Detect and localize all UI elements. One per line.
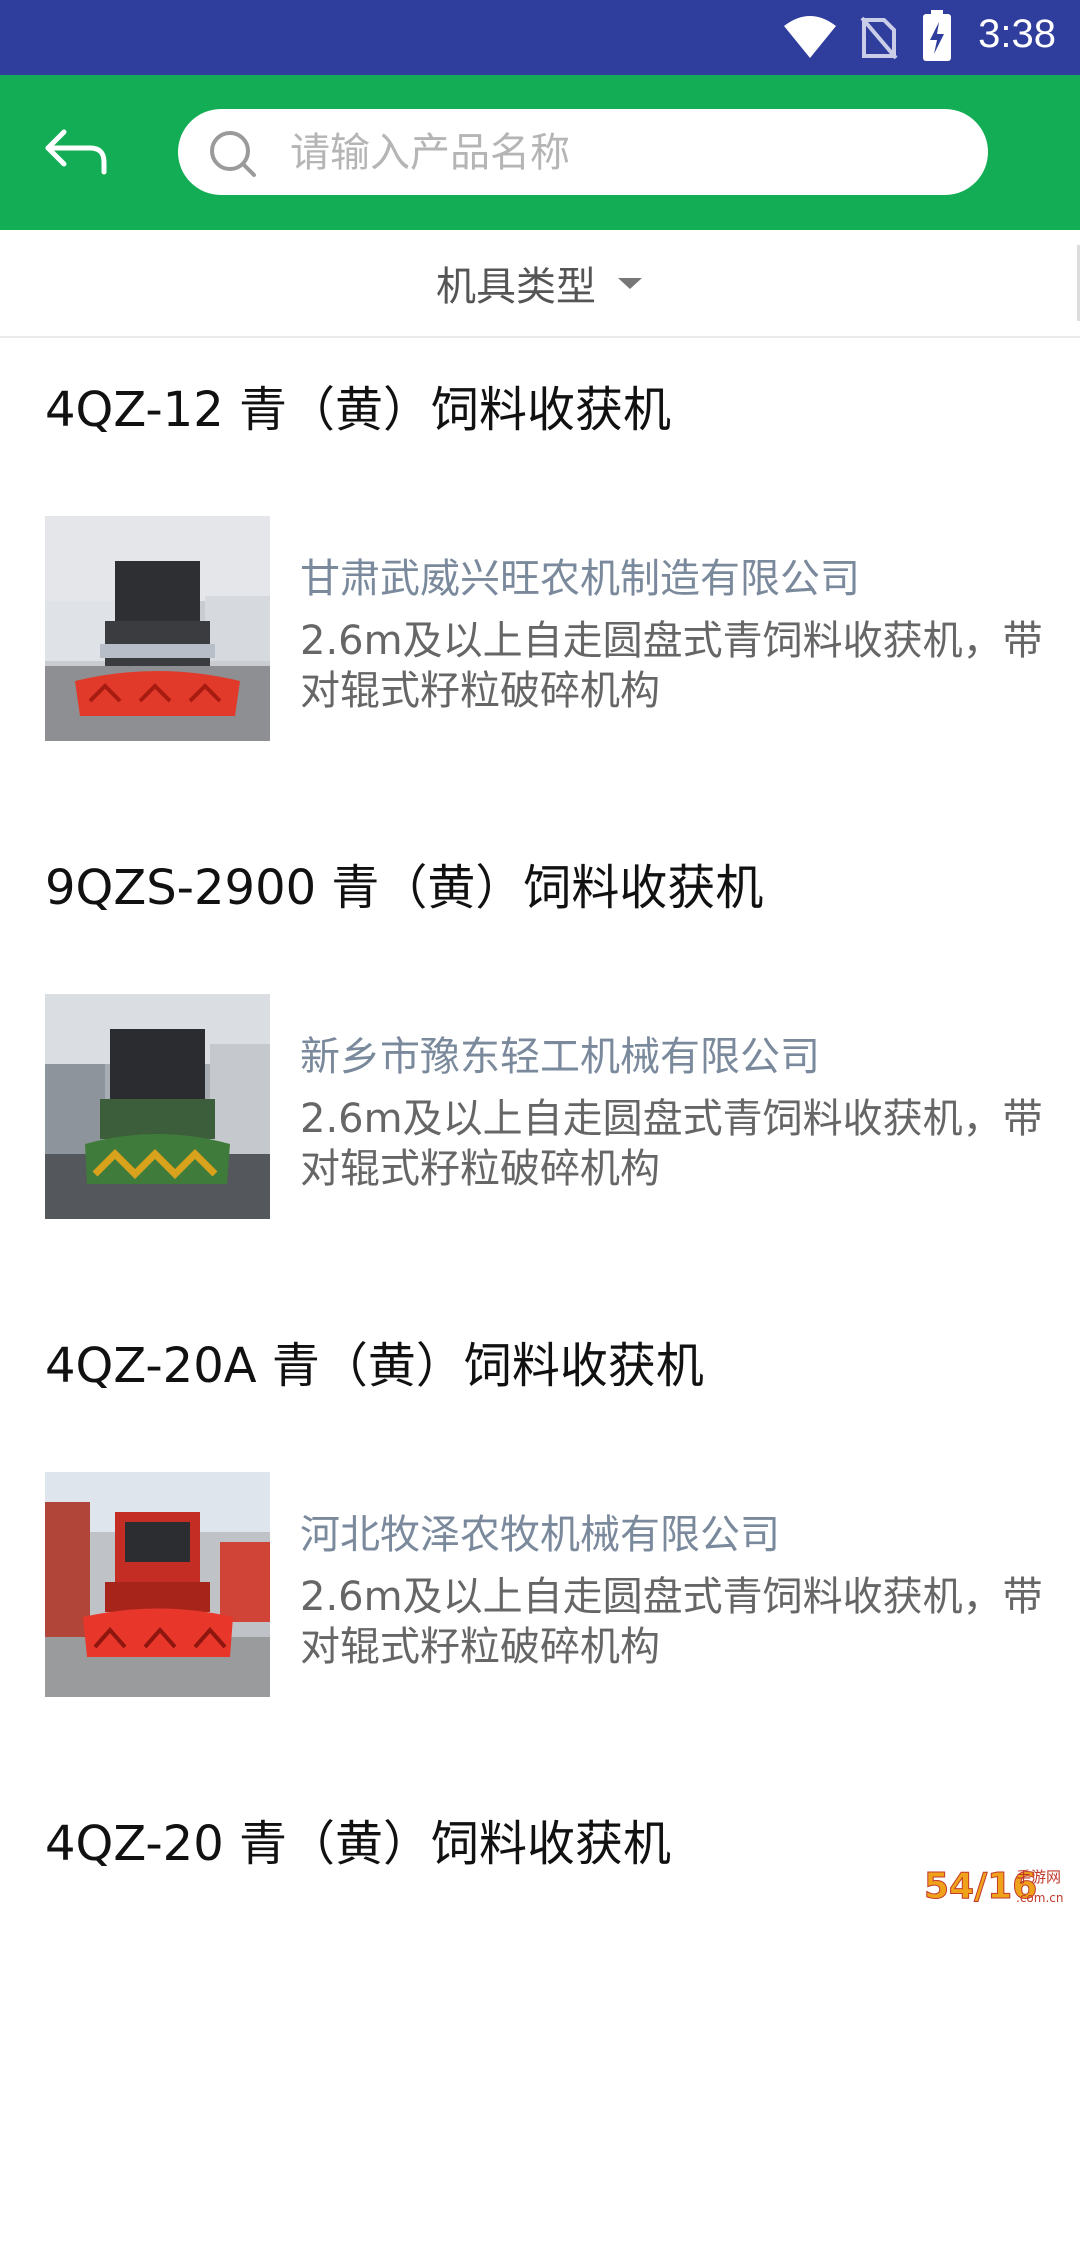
back-arrow-icon xyxy=(45,129,107,175)
search-icon xyxy=(210,131,256,177)
product-title: 4QZ-20A 青（黄）饲料收获机 xyxy=(45,1338,704,1394)
product-item[interactable]: 9QZS-2900 青（黄）饲料收获机 新乡市豫东轻工机械有限公司 2.6m及以… xyxy=(0,814,1080,1292)
product-list: 4QZ-12 青（黄）饲料收获机 甘肃武威兴旺农机制造有限公司 2.6m及以上自… xyxy=(0,336,1080,2248)
search-box[interactable] xyxy=(178,109,988,197)
product-description: 2.6m及以上自走圆盘式青饲料收获机，带对辊式籽粒破碎机构 xyxy=(300,1574,1043,1670)
app-bar xyxy=(0,75,1080,230)
product-item[interactable]: 4QZ-12 青（黄）饲料收获机 甘肃武威兴旺农机制造有限公司 2.6m及以上自… xyxy=(0,336,1080,814)
product-description: 2.6m及以上自走圆盘式青饲料收获机，带对辊式籽粒破碎机构 xyxy=(300,618,1043,714)
back-button[interactable] xyxy=(40,120,112,184)
product-title: 4QZ-20 青（黄）饲料收获机 xyxy=(45,1816,672,1872)
caret-down-icon xyxy=(618,277,642,289)
company-name: 河北牧泽农牧机械有限公司 xyxy=(300,1512,780,1558)
clock: 3:38 xyxy=(978,12,1056,56)
product-image xyxy=(45,1472,270,1697)
status-bar: 3:38 xyxy=(0,0,1080,75)
product-image xyxy=(45,516,270,741)
svg-text:.com.cn: .com.cn xyxy=(1016,1891,1063,1905)
product-description: 2.6m及以上自走圆盘式青饲料收获机，带对辊式籽粒破碎机构 xyxy=(300,1096,1043,1192)
product-image xyxy=(45,994,270,1219)
filter-label: 机具类型 xyxy=(436,264,596,310)
company-name: 新乡市豫东轻工机械有限公司 xyxy=(300,1034,820,1080)
wifi-icon xyxy=(784,16,836,58)
watermark-logo: 54/16 手游网 .com.cn xyxy=(924,1858,1074,1914)
search-input[interactable] xyxy=(288,109,952,197)
product-item[interactable]: 4QZ-20A 青（黄）饲料收获机 河北牧泽农牧机械有限公司 2.6m及以上自走… xyxy=(0,1292,1080,1770)
harvester-photo xyxy=(45,1472,270,1697)
harvester-photo xyxy=(45,516,270,741)
svg-text:手游网: 手游网 xyxy=(1016,1868,1061,1886)
product-title: 9QZS-2900 青（黄）饲料收获机 xyxy=(45,860,764,916)
no-sim-icon xyxy=(860,16,898,60)
battery-charging-icon xyxy=(923,10,951,61)
company-name: 甘肃武威兴旺农机制造有限公司 xyxy=(300,556,860,602)
filter-bar: 机具类型 xyxy=(0,230,1080,338)
harvester-photo xyxy=(45,994,270,1219)
product-title: 4QZ-12 青（黄）饲料收获机 xyxy=(45,382,672,438)
product-item[interactable]: 4QZ-20 青（黄）饲料收获机 xyxy=(0,1770,1080,2248)
machine-type-filter[interactable]: 机具类型 xyxy=(436,258,642,310)
